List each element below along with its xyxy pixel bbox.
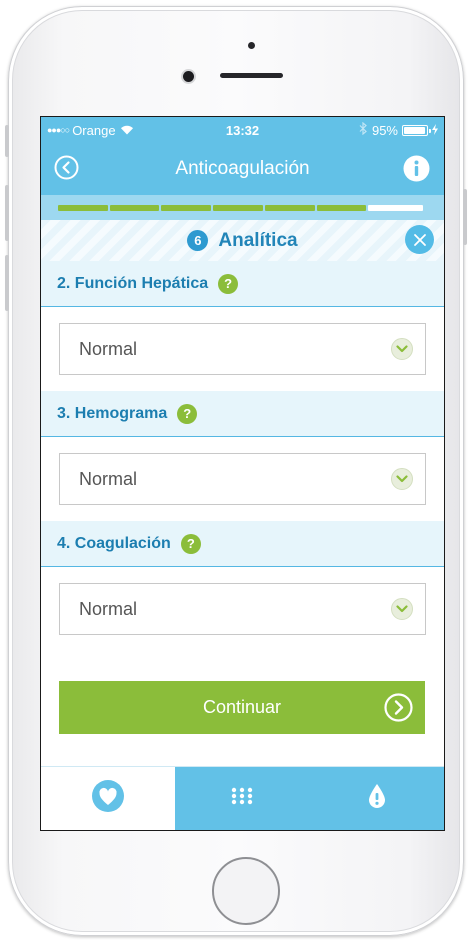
navigation-bar: Anticoagulación <box>41 143 444 195</box>
hemograma-select[interactable]: Normal <box>59 453 426 505</box>
volume-up-button <box>5 185 9 241</box>
section-title: Analítica <box>218 229 298 251</box>
front-camera <box>183 71 194 82</box>
close-icon[interactable] <box>405 225 434 254</box>
field-label-funcion-hepatica: 2. Función Hepática ? <box>41 261 444 307</box>
field-label: 4. Coagulación <box>57 534 171 552</box>
signal-strength-icon: ●●●○○ <box>47 125 70 135</box>
chevron-down-icon <box>391 598 413 620</box>
select-value: Normal <box>79 468 138 489</box>
continue-button[interactable]: Continuar <box>59 681 425 734</box>
heart-drop-icon <box>91 779 125 818</box>
progress-step-complete <box>161 204 212 211</box>
select-row: Normal <box>41 307 444 391</box>
bluetooth-icon <box>359 121 368 138</box>
alert-drop-icon <box>367 783 387 814</box>
field-label: 3. Hemograma <box>57 404 168 422</box>
help-icon[interactable]: ? <box>177 403 198 424</box>
info-icon[interactable] <box>403 155 430 182</box>
select-row: Normal <box>41 567 444 651</box>
power-button <box>463 189 467 245</box>
volume-down-button <box>5 255 9 311</box>
field-label: 2. Función Hepática <box>57 274 209 292</box>
funcion-hepatica-select[interactable]: Normal <box>59 323 426 375</box>
progress-step-complete <box>264 204 315 211</box>
progress-step-complete <box>58 204 108 211</box>
progress-step-complete <box>109 204 160 211</box>
tab-grid[interactable] <box>175 767 310 830</box>
chevron-down-icon <box>391 468 413 490</box>
help-icon[interactable]: ? <box>218 273 239 294</box>
home-button[interactable] <box>212 857 280 925</box>
progress-step-pending <box>368 204 423 211</box>
progress-step-complete <box>213 204 263 211</box>
section-header: 6 Analítica <box>41 220 444 261</box>
select-value: Normal <box>79 338 138 359</box>
app-screen: ●●●○○ Orange 13:32 95% Anticoagulación 6… <box>40 116 445 831</box>
field-label-coagulacion: 4. Coagulación ? <box>41 521 444 567</box>
section-number-badge: 6 <box>187 230 209 251</box>
continue-label: Continuar <box>202 697 282 717</box>
earpiece-speaker <box>220 73 283 78</box>
dots-grid-icon <box>228 786 256 811</box>
proximity-sensor <box>248 42 255 49</box>
chevron-right-circle-icon <box>384 693 413 722</box>
chevron-down-icon <box>391 338 413 360</box>
field-label-hemograma: 3. Hemograma ? <box>41 391 444 437</box>
coagulacion-select[interactable]: Normal <box>59 583 426 635</box>
wifi-icon <box>120 123 134 138</box>
battery-icon <box>402 124 431 136</box>
tab-bar <box>41 766 444 830</box>
back-circle-icon[interactable] <box>54 155 79 180</box>
select-value: Normal <box>79 598 138 619</box>
tab-alert[interactable] <box>309 767 444 830</box>
status-bar: ●●●○○ Orange 13:32 95% <box>41 117 444 143</box>
page-title: Anticoagulación <box>175 158 310 179</box>
help-icon[interactable]: ? <box>180 533 201 554</box>
charging-icon <box>432 123 438 138</box>
battery-percent: 95% <box>371 122 398 138</box>
mute-switch <box>5 125 9 157</box>
carrier-name: Orange <box>72 122 116 138</box>
select-row: Normal <box>41 437 444 521</box>
tab-heart[interactable] <box>41 767 176 830</box>
progress-bar <box>41 195 444 220</box>
progress-step-complete <box>316 204 367 211</box>
